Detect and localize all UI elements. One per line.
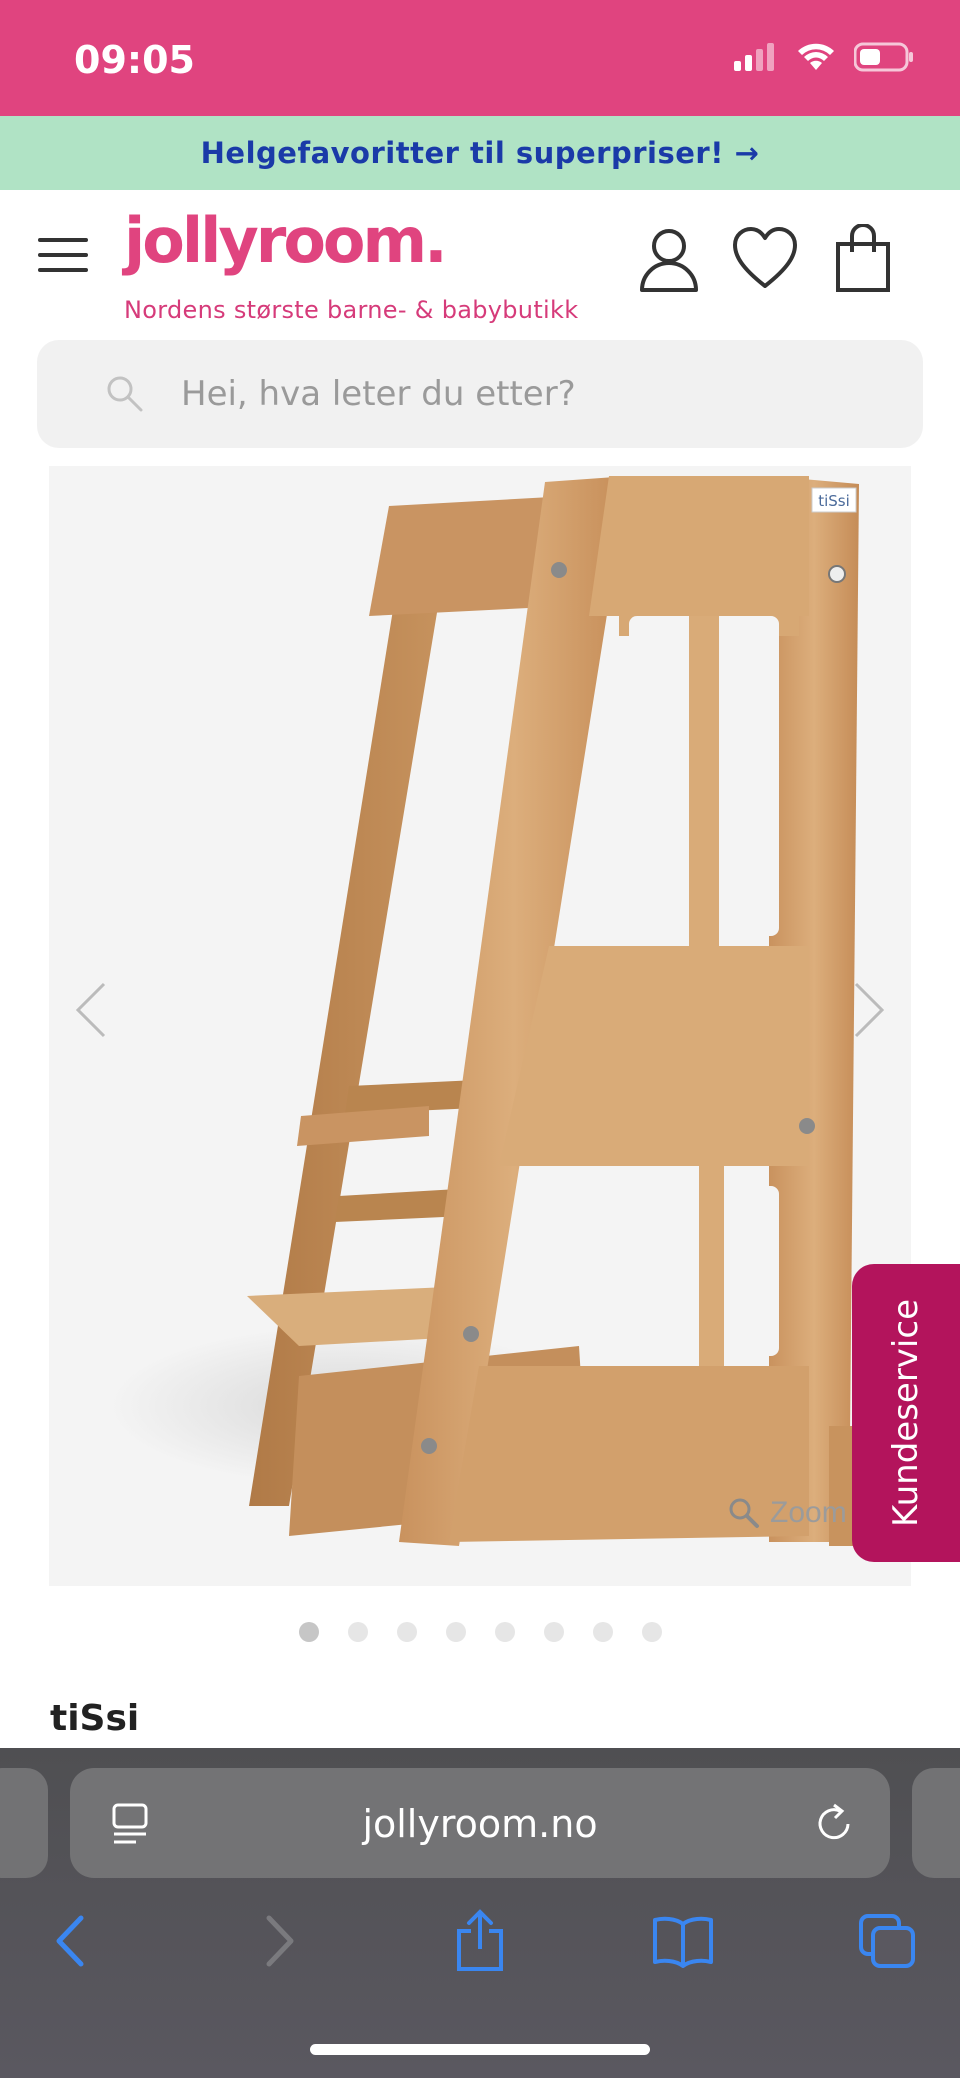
cart-icon[interactable] <box>830 224 896 294</box>
product-image[interactable]: tiSsi <box>49 466 911 1586</box>
gallery-dot[interactable] <box>298 1622 319 1642</box>
next-tab-peek[interactable] <box>912 1768 960 1878</box>
previous-tab-peek[interactable] <box>0 1768 48 1878</box>
zoom-icon <box>729 1498 759 1528</box>
site-header: jollyroom. Nordens største barne- & baby… <box>0 190 960 340</box>
zoom-button[interactable]: Zoom <box>728 1496 847 1530</box>
wifi-icon <box>798 43 834 70</box>
share-icon <box>457 1909 503 1971</box>
customer-service-label: Kundeservice <box>886 1299 926 1527</box>
bookmarks-icon <box>653 1916 713 1968</box>
gallery-dot[interactable] <box>396 1622 417 1642</box>
tabs-icon <box>859 1914 915 1968</box>
url-text: jollyroom.no <box>362 1802 598 1846</box>
gallery-pagination <box>0 1622 960 1642</box>
tissi-badge: tiSsi <box>818 492 850 510</box>
address-bar[interactable]: jollyroom.no <box>70 1768 890 1878</box>
zoom-label: Zoom <box>770 1496 847 1529</box>
site-tagline: Nordens største barne- & babybutikk <box>124 296 579 324</box>
share-button[interactable] <box>445 1906 515 1976</box>
gallery-dot[interactable] <box>494 1622 515 1642</box>
promo-banner[interactable]: Helgefavoritter til superpriser! → <box>0 116 960 190</box>
status-time: 09:05 <box>74 38 195 82</box>
next-image-arrow[interactable] <box>848 980 888 1040</box>
gallery-dot[interactable] <box>592 1622 613 1642</box>
learning-tower-image: tiSsi <box>109 476 899 1546</box>
prev-image-arrow[interactable] <box>72 980 112 1040</box>
back-button[interactable] <box>36 1906 106 1976</box>
home-indicator[interactable] <box>310 2044 650 2055</box>
reload-icon[interactable] <box>814 1802 856 1846</box>
battery-icon <box>854 42 913 72</box>
browser-toolbar: jollyroom.no <box>0 1748 960 2078</box>
status-icons <box>734 42 914 72</box>
status-bar: 09:05 <box>0 0 960 116</box>
promo-text[interactable]: Helgefavoritter til superpriser! → <box>201 136 760 170</box>
customer-service-tab[interactable]: Kundeservice <box>852 1264 960 1562</box>
gallery-dot[interactable] <box>445 1622 466 1642</box>
account-icon[interactable] <box>636 224 702 294</box>
site-logo[interactable]: jollyroom. <box>124 204 448 277</box>
gallery-dot[interactable] <box>641 1622 662 1642</box>
forward-button[interactable] <box>244 1906 314 1976</box>
bookmarks-button[interactable] <box>648 1906 718 1976</box>
forward-icon <box>266 1915 294 1967</box>
search-input[interactable]: Hei, hva leter du etter? <box>37 340 923 448</box>
search-icon <box>107 376 143 412</box>
heart-icon[interactable] <box>732 224 798 294</box>
signal-icon <box>734 43 774 71</box>
menu-icon[interactable] <box>38 238 88 272</box>
search-placeholder: Hei, hva leter du etter? <box>181 374 576 414</box>
gallery-dot[interactable] <box>347 1622 368 1642</box>
back-icon <box>56 1915 84 1967</box>
gallery-dot[interactable] <box>543 1622 564 1642</box>
tabs-button[interactable] <box>852 1906 922 1976</box>
product-brand[interactable]: tiSsi <box>50 1698 139 1739</box>
